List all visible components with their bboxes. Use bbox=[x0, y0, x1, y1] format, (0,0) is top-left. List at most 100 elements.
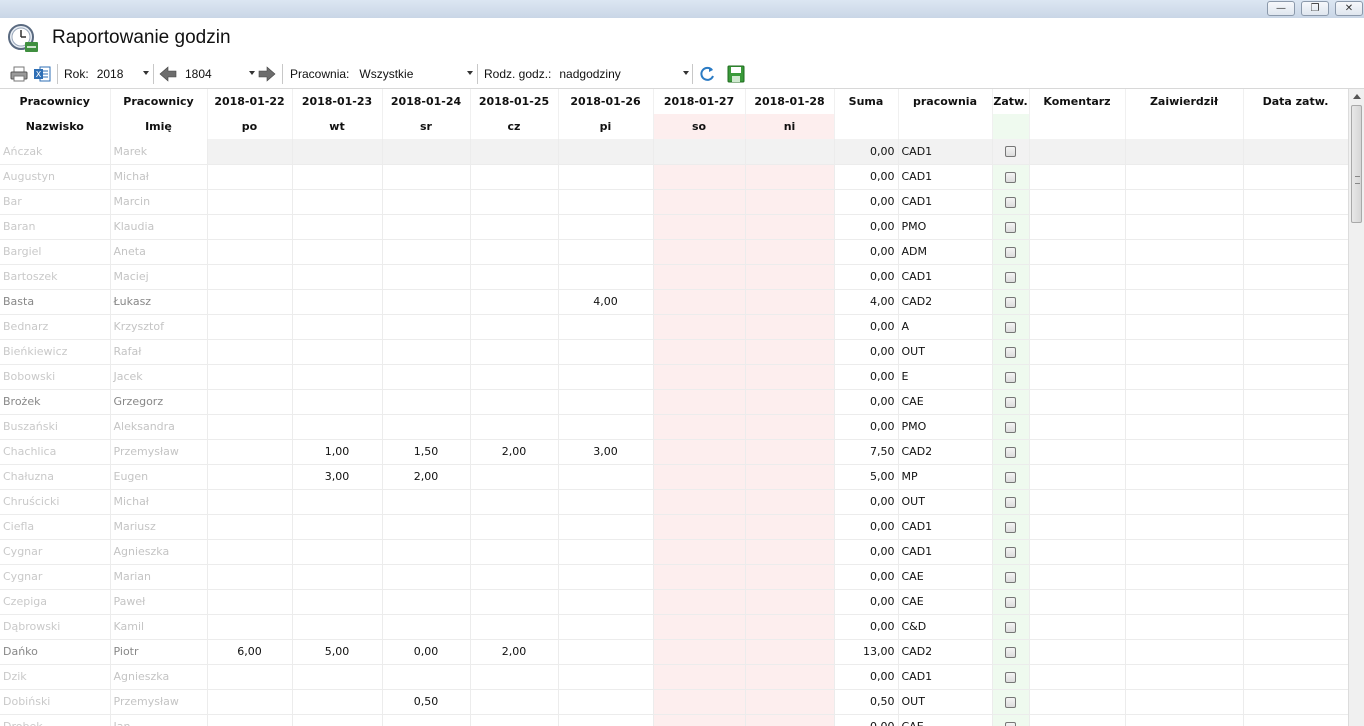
cell-hours[interactable]: 2,00 bbox=[470, 639, 559, 665]
approve-checkbox[interactable] bbox=[1005, 471, 1016, 483]
approve-checkbox[interactable] bbox=[1005, 196, 1016, 208]
approve-checkbox[interactable] bbox=[1005, 146, 1016, 158]
cell-hours[interactable] bbox=[653, 714, 746, 726]
cell-approved[interactable] bbox=[992, 639, 1030, 665]
cell-hours[interactable] bbox=[653, 614, 746, 640]
cell-hours[interactable] bbox=[653, 639, 746, 665]
cell-hours[interactable] bbox=[292, 614, 383, 640]
cell-hours[interactable] bbox=[382, 539, 471, 565]
cell-hours[interactable] bbox=[470, 689, 559, 715]
approve-checkbox[interactable] bbox=[1005, 721, 1016, 726]
cell-hours[interactable] bbox=[558, 614, 654, 640]
cell-hours[interactable] bbox=[292, 589, 383, 615]
cell-hours[interactable] bbox=[382, 189, 471, 215]
cell-hours[interactable] bbox=[558, 589, 654, 615]
approve-checkbox[interactable] bbox=[1005, 396, 1016, 408]
cell-approved[interactable] bbox=[992, 364, 1030, 390]
cell-hours[interactable] bbox=[558, 639, 654, 665]
table-row[interactable]: Dobiński Przemysław 0,50 0,50 OUT bbox=[0, 689, 1348, 715]
cell-approved[interactable] bbox=[992, 314, 1030, 340]
cell-comment[interactable] bbox=[1029, 189, 1126, 215]
cell-hours[interactable] bbox=[558, 464, 654, 490]
cell-hours[interactable] bbox=[745, 264, 835, 290]
cell-comment[interactable] bbox=[1029, 439, 1126, 465]
cell-hours[interactable] bbox=[745, 464, 835, 490]
approve-checkbox[interactable] bbox=[1005, 321, 1016, 333]
cell-hours[interactable] bbox=[292, 389, 383, 415]
cell-hours[interactable] bbox=[653, 264, 746, 290]
column-header[interactable]: 2018-01-26 bbox=[558, 89, 654, 114]
approve-checkbox[interactable] bbox=[1005, 221, 1016, 233]
table-row[interactable]: Bieńkiewicz Rafał 0,00 OUT bbox=[0, 339, 1348, 365]
cell-comment[interactable] bbox=[1029, 314, 1126, 340]
cell-comment[interactable] bbox=[1029, 664, 1126, 690]
cell-hours[interactable] bbox=[653, 464, 746, 490]
cell-hours[interactable] bbox=[292, 139, 383, 165]
cell-hours[interactable] bbox=[382, 239, 471, 265]
cell-comment[interactable] bbox=[1029, 239, 1126, 265]
cell-hours[interactable] bbox=[745, 214, 835, 240]
cell-hours[interactable]: 5,00 bbox=[292, 639, 383, 665]
cell-hours[interactable] bbox=[382, 414, 471, 440]
cell-hours[interactable] bbox=[745, 614, 835, 640]
cell-hours[interactable] bbox=[207, 389, 293, 415]
cell-hours[interactable] bbox=[207, 264, 293, 290]
cell-approved[interactable] bbox=[992, 514, 1030, 540]
cell-hours[interactable] bbox=[292, 514, 383, 540]
cell-hours[interactable] bbox=[470, 489, 559, 515]
approve-checkbox[interactable] bbox=[1005, 696, 1016, 708]
column-header[interactable]: Pracownicy bbox=[110, 89, 208, 114]
cell-hours[interactable] bbox=[207, 239, 293, 265]
cell-hours[interactable] bbox=[292, 264, 383, 290]
cell-hours[interactable] bbox=[470, 214, 559, 240]
cell-hours[interactable] bbox=[470, 164, 559, 190]
cell-hours[interactable] bbox=[558, 264, 654, 290]
cell-hours[interactable] bbox=[653, 689, 746, 715]
table-row[interactable]: Dzik Agnieszka 0,00 CAD1 bbox=[0, 664, 1348, 690]
cell-approved[interactable] bbox=[992, 589, 1030, 615]
cell-hours[interactable] bbox=[207, 339, 293, 365]
cell-hours[interactable] bbox=[653, 439, 746, 465]
table-row[interactable]: Cygnar Marian 0,00 CAE bbox=[0, 564, 1348, 590]
cell-hours[interactable]: 4,00 bbox=[558, 289, 654, 315]
cell-comment[interactable] bbox=[1029, 589, 1126, 615]
cell-hours[interactable] bbox=[745, 564, 835, 590]
cell-comment[interactable] bbox=[1029, 214, 1126, 240]
cell-hours[interactable] bbox=[745, 689, 835, 715]
cell-hours[interactable] bbox=[653, 389, 746, 415]
cell-hours[interactable]: 3,00 bbox=[292, 464, 383, 490]
table-row[interactable]: Dąbrowski Kamil 0,00 C&D bbox=[0, 614, 1348, 640]
cell-approved[interactable] bbox=[992, 189, 1030, 215]
cell-hours[interactable] bbox=[292, 714, 383, 726]
close-button[interactable]: ✕ bbox=[1335, 1, 1363, 16]
scroll-up-icon[interactable] bbox=[1353, 94, 1361, 99]
cell-hours[interactable] bbox=[653, 289, 746, 315]
approve-checkbox[interactable] bbox=[1005, 271, 1016, 283]
table-row[interactable]: Brożek Grzegorz 0,00 CAE bbox=[0, 389, 1348, 415]
cell-hours[interactable] bbox=[470, 514, 559, 540]
cell-hours[interactable] bbox=[653, 139, 746, 165]
cell-hours[interactable] bbox=[207, 214, 293, 240]
cell-hours[interactable]: 1,00 bbox=[292, 439, 383, 465]
cell-hours[interactable]: 3,00 bbox=[558, 439, 654, 465]
approve-checkbox[interactable] bbox=[1005, 446, 1016, 458]
cell-approved[interactable] bbox=[992, 239, 1030, 265]
cell-hours[interactable] bbox=[382, 339, 471, 365]
cell-hours[interactable] bbox=[745, 639, 835, 665]
cell-hours[interactable] bbox=[470, 364, 559, 390]
cell-hours[interactable] bbox=[745, 489, 835, 515]
cell-hours[interactable] bbox=[207, 564, 293, 590]
cell-hours[interactable] bbox=[207, 614, 293, 640]
table-row[interactable]: Augustyn Michał 0,00 CAD1 bbox=[0, 164, 1348, 190]
table-row[interactable]: Chachlica Przemysław 1,00 1,50 2,00 3,00 7,50 C… bbox=[0, 439, 1348, 465]
approve-checkbox[interactable] bbox=[1005, 671, 1016, 683]
cell-comment[interactable] bbox=[1029, 614, 1126, 640]
approve-checkbox[interactable] bbox=[1005, 171, 1016, 183]
column-header[interactable]: Zatw. bbox=[992, 89, 1030, 114]
cell-hours[interactable] bbox=[470, 564, 559, 590]
column-header[interactable]: 2018-01-25 bbox=[470, 89, 559, 114]
cell-hours[interactable] bbox=[558, 689, 654, 715]
cell-hours[interactable] bbox=[207, 139, 293, 165]
cell-hours[interactable] bbox=[558, 239, 654, 265]
cell-hours[interactable] bbox=[292, 564, 383, 590]
